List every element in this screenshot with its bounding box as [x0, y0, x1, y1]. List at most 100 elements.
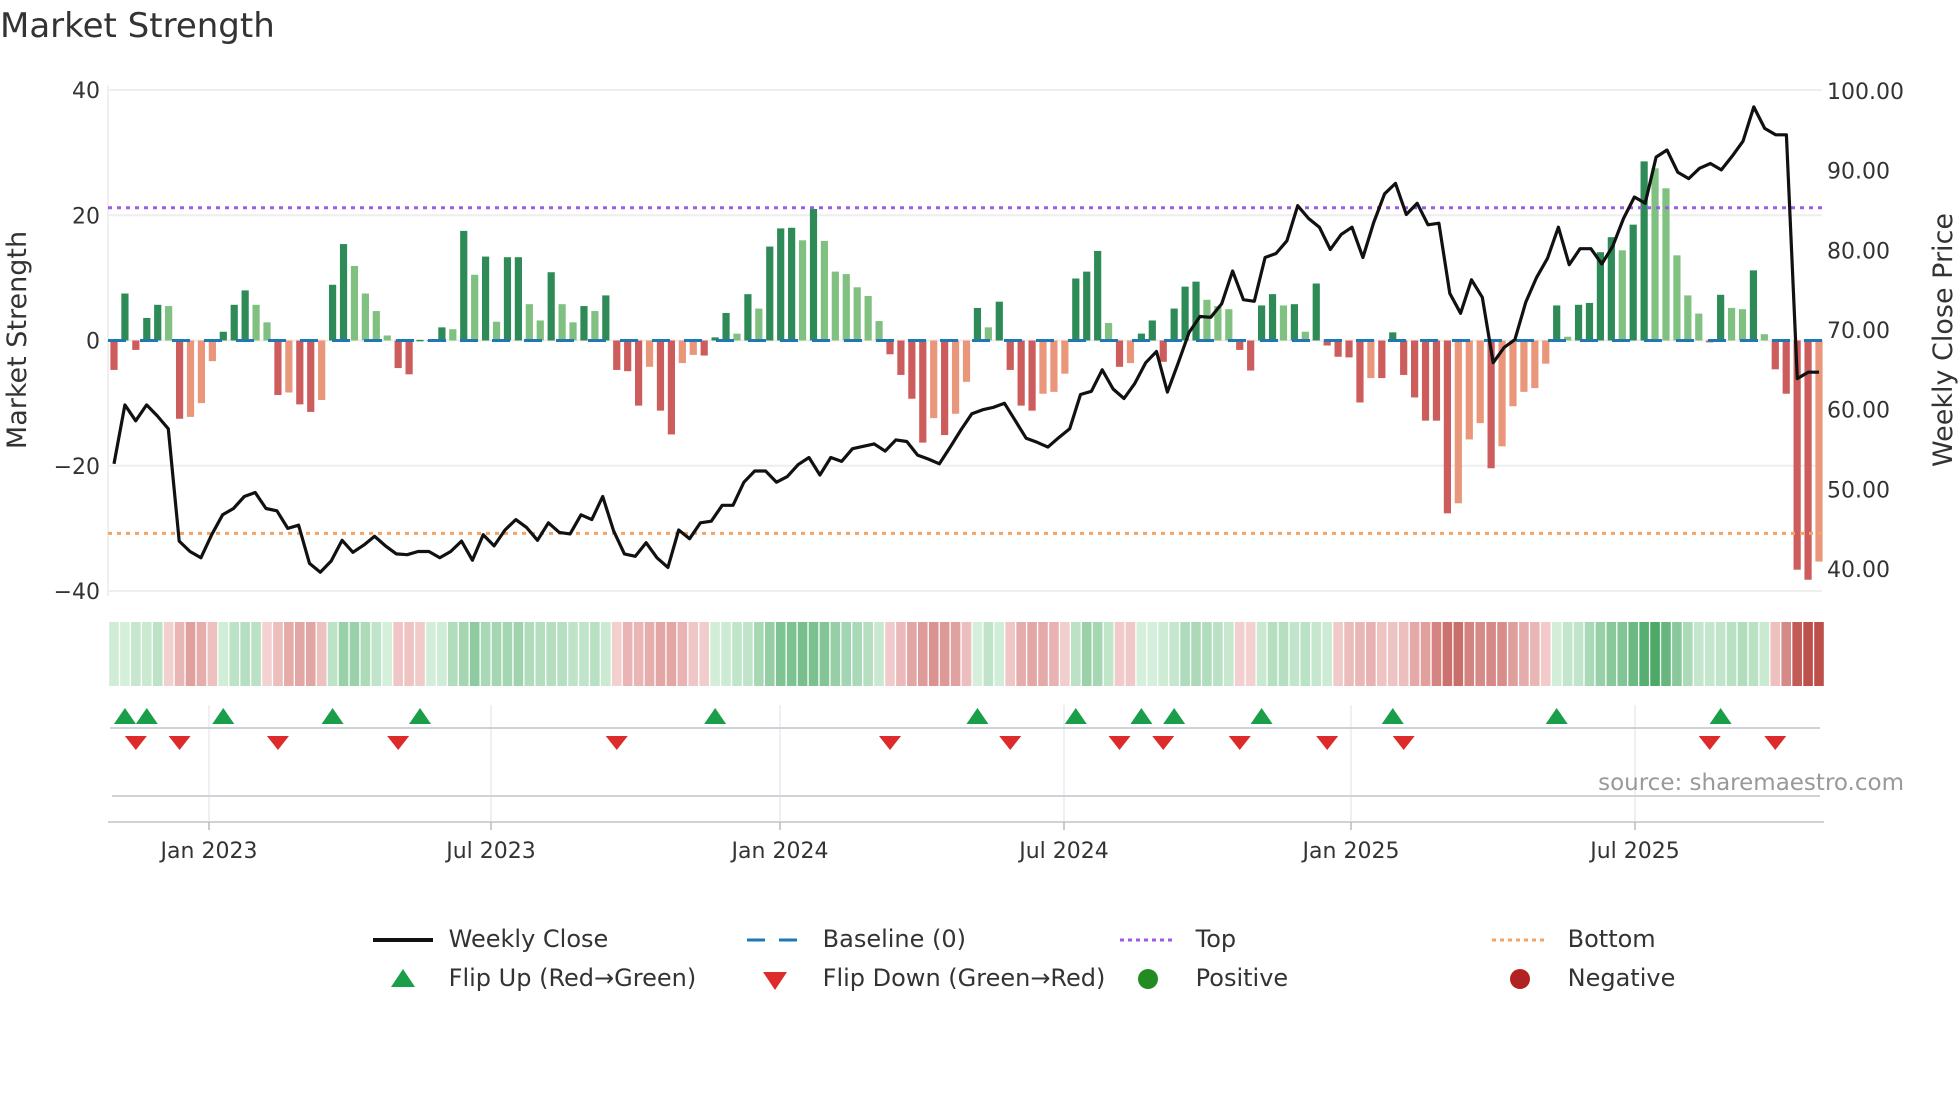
strength-bar — [624, 340, 632, 372]
heat-cell — [939, 622, 950, 686]
x-tick-label: Jul 2025 — [1588, 839, 1680, 864]
strength-bar — [1684, 295, 1692, 341]
heat-cell — [1617, 622, 1628, 686]
heat-cell — [163, 622, 174, 686]
heat-cell — [1551, 622, 1562, 686]
heat-cell — [732, 622, 742, 686]
heat-cell — [1803, 622, 1813, 686]
strength-bar — [197, 340, 206, 404]
x-tick-label: Jan 2025 — [1301, 839, 1400, 864]
strength-bar — [995, 301, 1003, 341]
heat-cell — [338, 622, 349, 686]
legend-positive[interactable]: Positive — [1118, 964, 1288, 994]
heat-cell — [1038, 622, 1048, 686]
heat-cell — [1562, 622, 1573, 686]
heat-cell — [677, 622, 688, 686]
heat-cell — [1508, 622, 1518, 686]
strength-bar — [558, 304, 566, 341]
flip-up-marker — [212, 708, 235, 724]
strength-bar — [1345, 340, 1353, 358]
heat-cell — [1256, 622, 1267, 686]
strength-bar — [1290, 304, 1298, 341]
heat-cell — [371, 622, 382, 686]
flip-up-marker — [1130, 708, 1153, 724]
heat-cell — [1070, 622, 1081, 686]
heat-cell — [426, 622, 436, 686]
strength-bar — [864, 296, 872, 341]
strength-bar — [941, 340, 949, 436]
heat-cell — [1475, 622, 1485, 686]
heat-cell — [907, 622, 917, 686]
heat-cell — [1759, 622, 1770, 686]
triangle-up-icon — [391, 969, 415, 987]
strength-bar — [1192, 281, 1200, 341]
x-tick-label: Jan 2023 — [159, 839, 258, 864]
heat-cell — [1114, 622, 1125, 686]
heat-cell — [590, 622, 600, 686]
heat-cell — [1464, 622, 1475, 686]
x-tick-label: Jan 2024 — [730, 839, 829, 864]
strength-bar — [1126, 340, 1135, 364]
strength-bar — [416, 339, 424, 342]
heat-cell — [1224, 622, 1234, 686]
heat-cell — [1027, 622, 1037, 686]
y2-axis-title: Weekly Close Price — [1928, 213, 1959, 467]
heat-cell — [1737, 622, 1748, 686]
heat-cell — [797, 622, 808, 686]
strength-bar — [1738, 309, 1747, 341]
line-swatch-icon — [373, 938, 433, 942]
heat-cell — [896, 622, 906, 686]
legend-flip-up[interactable]: Flip Up (Red→Green) — [373, 964, 696, 994]
legend-baseline[interactable]: Baseline (0) — [745, 925, 966, 955]
heat-cell — [295, 622, 305, 686]
heat-cell — [863, 622, 873, 686]
strength-bar — [984, 327, 992, 341]
strength-bar — [132, 340, 140, 350]
heat-cell — [1377, 622, 1387, 686]
heat-cell — [1814, 622, 1824, 686]
heat-cell — [1650, 622, 1660, 686]
strength-bar — [777, 228, 785, 341]
legend-negative[interactable]: Negative — [1490, 964, 1675, 994]
heat-cell — [994, 622, 1005, 686]
strength-bar — [1629, 224, 1637, 341]
strength-bar — [1028, 340, 1036, 411]
strength-bar — [1509, 340, 1517, 407]
heat-cell — [1704, 622, 1715, 686]
legend-label: Flip Down (Green→Red) — [822, 964, 1106, 992]
strength-bar — [788, 227, 796, 341]
heat-cell — [404, 622, 414, 686]
y2-tick-label: 80.00 — [1827, 239, 1890, 264]
strength-bar — [1662, 188, 1670, 341]
heat-cell — [240, 622, 250, 686]
strength-bar — [569, 322, 577, 341]
strength-bar — [460, 230, 468, 341]
heat-cell — [327, 622, 338, 686]
strength-bar — [678, 340, 686, 364]
legend-top[interactable]: Top — [1118, 925, 1236, 955]
legend-bottom[interactable]: Bottom — [1490, 925, 1656, 955]
heat-cell — [1584, 622, 1595, 686]
strength-bar — [405, 340, 413, 375]
strength-bar — [820, 240, 829, 341]
strength-bar — [689, 340, 697, 355]
strength-bar — [1531, 340, 1539, 389]
heat-cell — [1049, 622, 1059, 686]
heat-cell — [611, 622, 622, 686]
heat-cell — [1234, 622, 1245, 686]
heat-cell — [1661, 622, 1671, 686]
legend-weekly-close[interactable]: Weekly Close — [373, 925, 608, 955]
strength-bar — [482, 256, 490, 341]
heat-cell — [557, 622, 567, 686]
strength-bar — [1760, 334, 1768, 341]
strength-bar — [645, 340, 654, 367]
heat-cell — [655, 622, 666, 686]
heat-cell — [601, 622, 611, 686]
y-axis-title: Market Strength — [2, 231, 33, 449]
heat-cell — [1409, 622, 1420, 686]
legend-label: Weekly Close — [448, 925, 609, 953]
legend-flip-down[interactable]: Flip Down (Green→Red) — [745, 964, 1105, 994]
heat-cell — [917, 622, 928, 686]
flip-up-marker — [409, 708, 432, 724]
strength-bar — [1061, 340, 1069, 374]
